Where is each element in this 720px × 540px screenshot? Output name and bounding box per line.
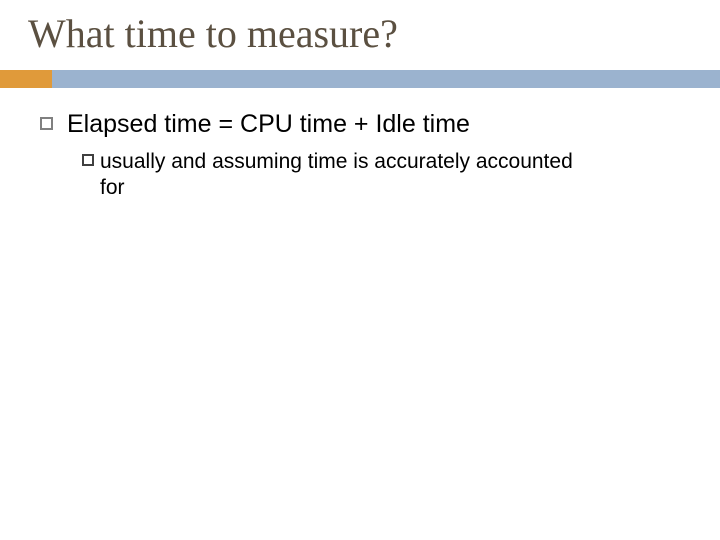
square-bullet-icon [40,117,53,130]
accent-block [0,70,52,88]
rule-bar [52,70,720,88]
square-bullet-icon [82,154,94,166]
list-item: Elapsed time = CPU time + Idle time [40,110,680,139]
slide: What time to measure? Elapsed time = CPU… [0,0,720,540]
list-item-text: Elapsed time = CPU time + Idle time [67,110,470,139]
list-item: usually and assuming time is accurately … [82,149,680,202]
slide-title: What time to measure? [28,10,398,57]
content-area: Elapsed time = CPU time + Idle time usua… [40,110,680,202]
list-item-text: usually and assuming time is accurately … [100,149,580,202]
horizontal-rule [0,70,720,88]
